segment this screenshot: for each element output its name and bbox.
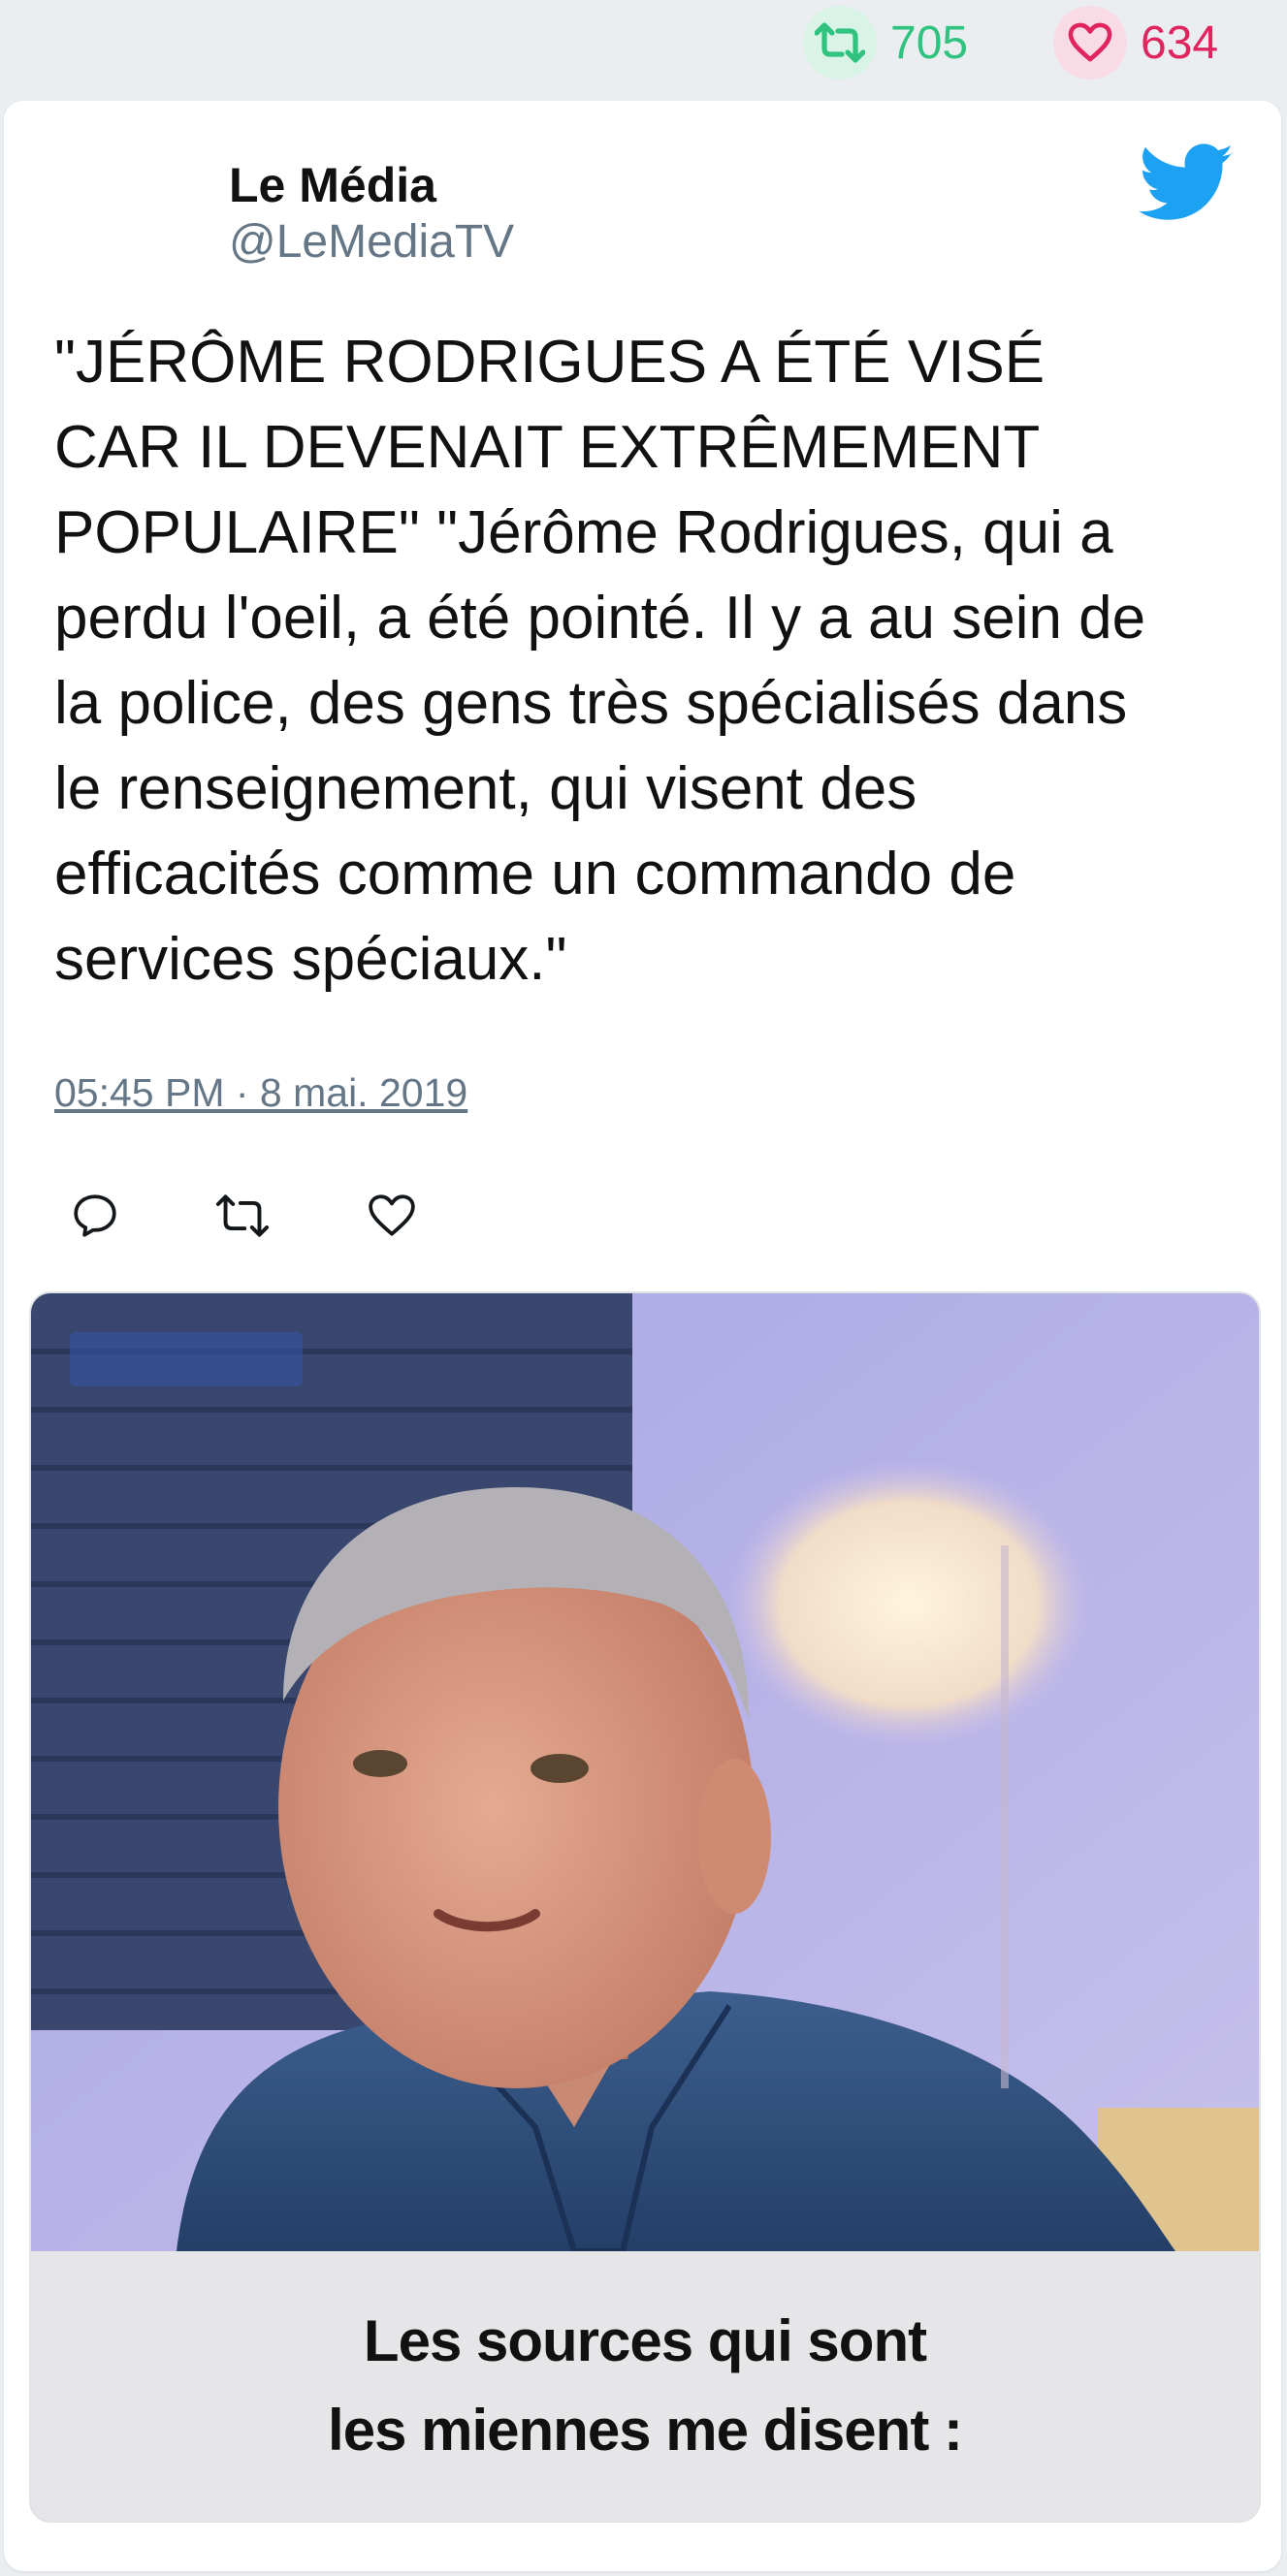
subtitle-line-1: Les sources qui sont — [363, 2308, 927, 2373]
like-icon[interactable] — [363, 1187, 421, 1245]
tweet-stats-bar: 705 634 — [0, 0, 1287, 93]
twitter-bird-icon — [1139, 143, 1234, 220]
video-still-image — [31, 1293, 1259, 2251]
video-subtitle: Les sources qui sont les miennes me dise… — [31, 2251, 1259, 2521]
retweet-icon — [803, 6, 877, 80]
tweet-timestamp-link[interactable]: 05:45 PM · 8 mai. 2019 — [54, 1070, 467, 1116]
author-name[interactable]: Le Média — [229, 157, 436, 213]
retweet-stat[interactable]: 705 — [803, 6, 969, 80]
author-handle[interactable]: @LeMediaTV — [229, 215, 514, 269]
retweet-count: 705 — [890, 16, 969, 69]
heart-icon — [1053, 6, 1127, 80]
retweet-action-icon[interactable] — [213, 1187, 272, 1245]
tweet-media-video[interactable]: Les sources qui sont les miennes me dise… — [29, 1291, 1261, 2523]
reply-icon[interactable] — [66, 1187, 124, 1245]
like-count: 634 — [1141, 16, 1219, 69]
subtitle-line-2: les miennes me disent : — [328, 2398, 963, 2463]
like-stat[interactable]: 634 — [1053, 6, 1219, 80]
tweet-actions — [66, 1187, 473, 1255]
tweet-text: "JÉRÔME RODRIGUES A ÉTÉ VISÉ CAR IL DEVE… — [54, 329, 1146, 993]
tweet-card: Le Média @LeMediaTV "JÉRÔME RODRIGUES A … — [4, 101, 1281, 2571]
